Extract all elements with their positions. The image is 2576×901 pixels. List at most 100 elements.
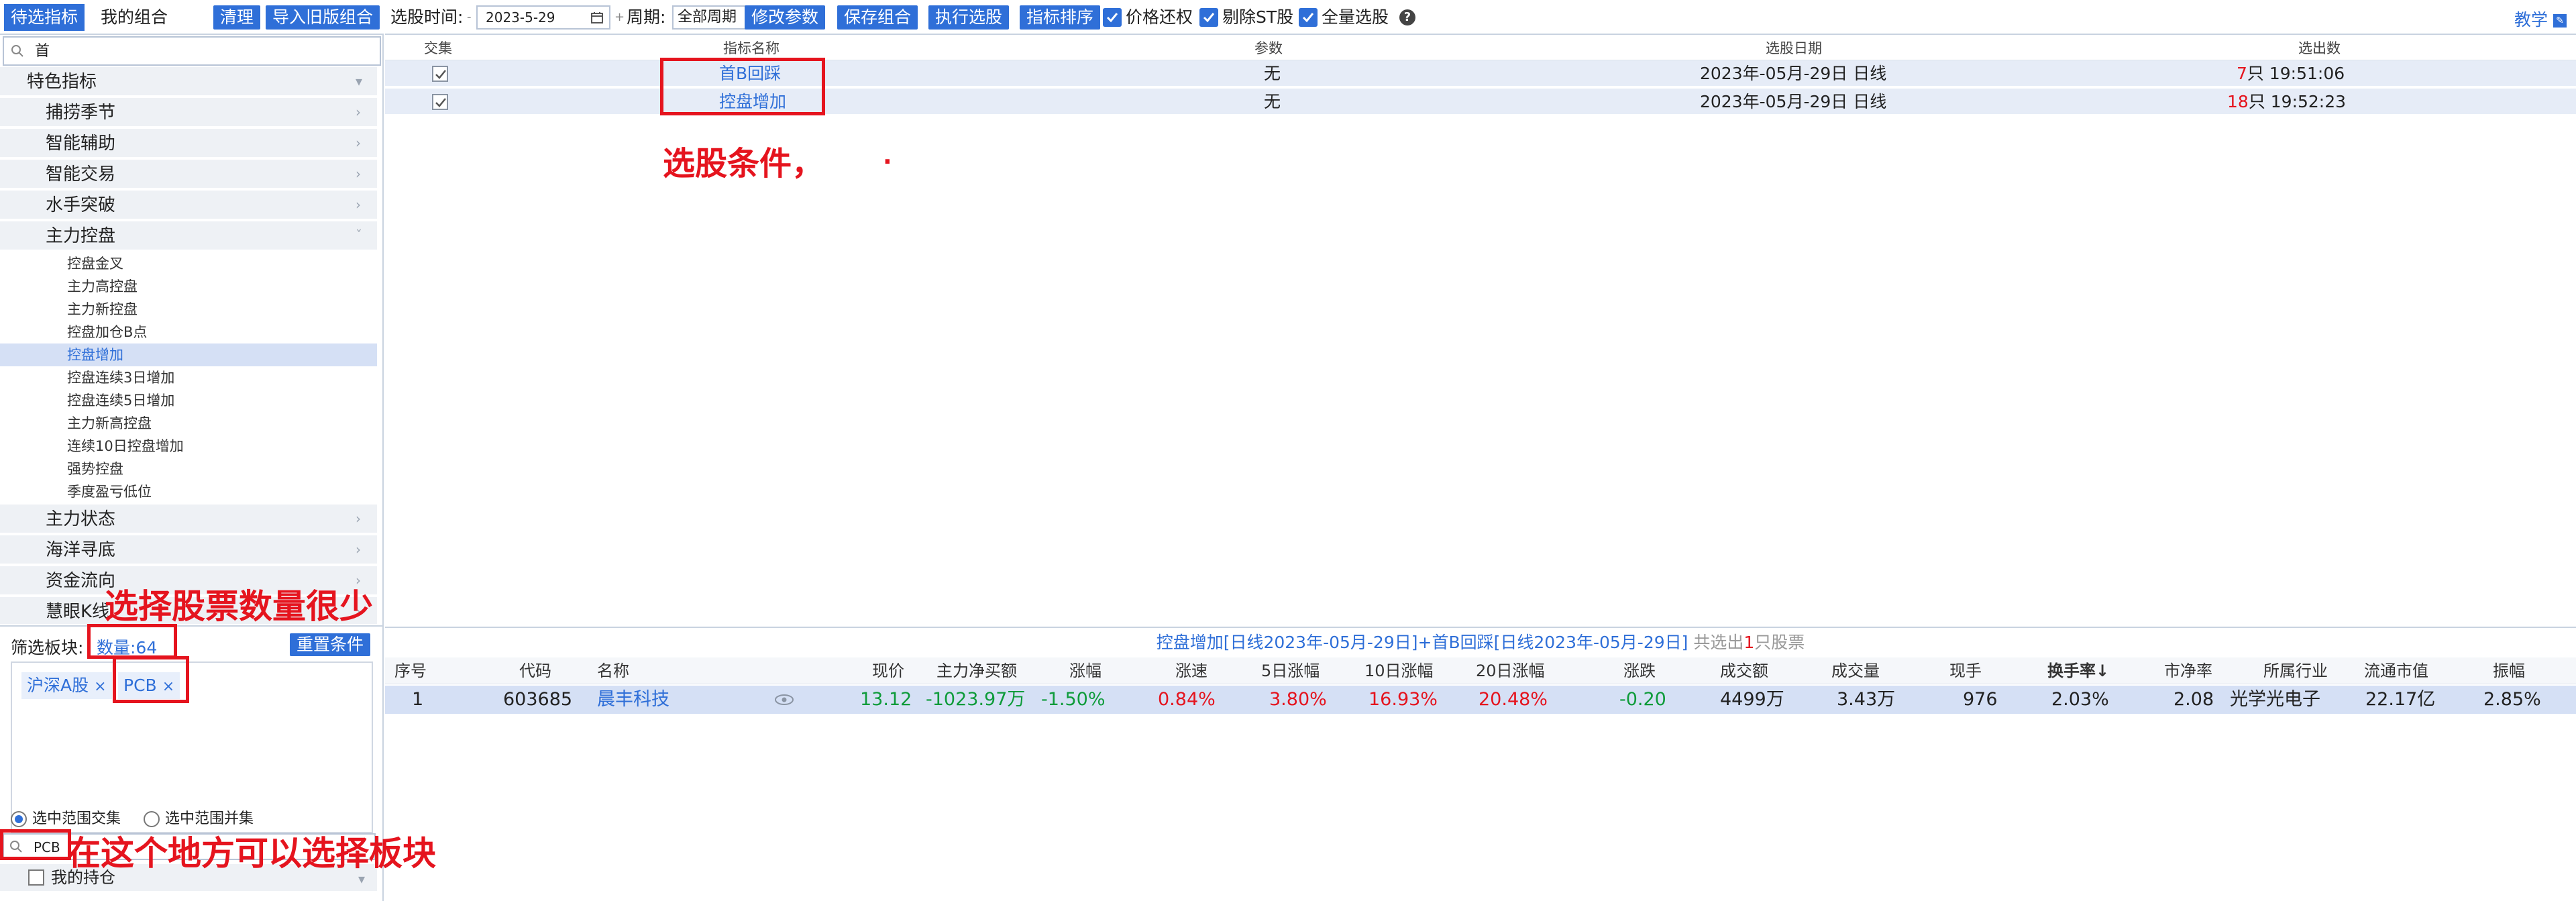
tree-leaf[interactable]: 强势控盘 xyxy=(0,458,377,480)
cell-industry: 光学光电子 xyxy=(2230,689,2320,710)
help-icon[interactable]: ? xyxy=(1399,9,1415,25)
teach-link[interactable]: 教学 ✎ xyxy=(2514,7,2567,31)
search-icon xyxy=(11,45,23,57)
import-old-combo-button[interactable]: 导入旧版组合 xyxy=(266,5,380,30)
tab-my-combination[interactable]: 我的组合 xyxy=(94,4,174,31)
tree-category[interactable]: 捕捞季节 › xyxy=(0,98,377,127)
tree-category-expanded[interactable]: 主力控盘 ˇ xyxy=(0,221,377,251)
col-amount[interactable]: 成交额 xyxy=(1720,657,1768,684)
cell-mcap: 22.17亿 xyxy=(2365,689,2436,710)
cell-net-buy: -1023.97万 xyxy=(926,689,1026,710)
eye-icon[interactable] xyxy=(774,694,794,706)
col-code[interactable]: 代码 xyxy=(519,657,551,684)
col-name[interactable]: 名称 xyxy=(597,657,629,684)
left-tab-bar: 待选指标 我的组合 清理 导入旧版组合 xyxy=(0,0,384,35)
col-pb[interactable]: 市净率 xyxy=(2164,657,2212,684)
minus-icon: - xyxy=(467,10,472,24)
edit-icon: ✎ xyxy=(2553,14,2567,28)
close-icon[interactable]: × xyxy=(94,678,106,695)
col-diff[interactable]: 涨跌 xyxy=(1623,657,1656,684)
count-cell: 18只 19:52:23 xyxy=(2227,92,2347,111)
tree-leaf[interactable]: 主力高控盘 xyxy=(0,275,377,298)
select-time-label: 选股时间: xyxy=(390,7,464,27)
col-amplitude[interactable]: 振幅 xyxy=(2493,657,2525,684)
chevron-right-icon: › xyxy=(356,541,361,558)
annotation-dot: . xyxy=(883,142,892,170)
result-title-pre: 共选出 xyxy=(1688,633,1744,652)
radio-unchecked-icon xyxy=(144,811,160,827)
remove-st-checkbox[interactable] xyxy=(1199,8,1218,27)
tree-category-featured[interactable]: 特色指标 ▾ xyxy=(0,67,377,97)
tree-leaf[interactable]: 主力新高控盘 xyxy=(0,412,377,435)
tree-category-label: 智能辅助 xyxy=(46,134,116,154)
cell-amount: 4499万 xyxy=(1720,689,1784,710)
col-turnover[interactable]: 换手率↓ xyxy=(2047,657,2109,684)
col-index[interactable]: 序号 xyxy=(394,657,427,684)
tree-leaf-selected[interactable]: 控盘增加 xyxy=(0,343,377,366)
teach-label: 教学 xyxy=(2514,10,2548,30)
price-adjust-checkbox[interactable] xyxy=(1103,8,1122,27)
col-industry[interactable]: 所属行业 xyxy=(2263,657,2328,684)
tree-category[interactable]: 智能交易 › xyxy=(0,160,377,189)
result-row[interactable]: 1 603685 晨丰科技 13.12 -1023.97万 -1.50% 0.8… xyxy=(385,686,2576,714)
tree-category-label: 主力控盘 xyxy=(46,226,116,246)
date-picker[interactable]: 2023-5-29 xyxy=(476,5,610,30)
col-change[interactable]: 涨幅 xyxy=(1069,657,1102,684)
chevron-right-icon: › xyxy=(356,135,361,151)
intersect-checkbox[interactable] xyxy=(432,94,448,110)
check-icon xyxy=(1203,13,1215,23)
tree-category[interactable]: 主力状态 › xyxy=(0,505,377,534)
tree-leaf[interactable]: 季度盈亏低位 xyxy=(0,480,377,503)
col-volume[interactable]: 成交量 xyxy=(1831,657,1880,684)
cell-index: 1 xyxy=(412,689,424,710)
tree-leaf[interactable]: 控盘连续3日增加 xyxy=(0,366,377,389)
cell-volume: 3.43万 xyxy=(1837,689,1896,710)
tree-leaf[interactable]: 控盘金叉 xyxy=(0,252,377,275)
reset-conditions-button[interactable]: 重置条件 xyxy=(290,633,371,656)
result-count: 1 xyxy=(1743,633,1755,652)
date-value: 2023-5-29 xyxy=(486,9,555,25)
col-hand[interactable]: 现手 xyxy=(1949,657,1982,684)
check-icon xyxy=(1302,13,1314,23)
indicator-sort-button[interactable]: 指标排序 xyxy=(1020,5,1101,30)
cell-speed: 0.84% xyxy=(1158,689,1216,710)
tree-category-label: 慧眼K线 xyxy=(46,602,110,622)
holdings-checkbox[interactable] xyxy=(28,869,44,886)
selected-plates-box: 沪深A股 × PCB × xyxy=(11,661,373,833)
cell-code: 603685 xyxy=(503,689,573,710)
save-combo-button[interactable]: 保存组合 xyxy=(837,5,918,30)
tree-leaf[interactable]: 控盘连续5日增加 xyxy=(0,389,377,412)
result-title: 控盘增加[日线2023年-05月-29日]+首B回踩[日线2023年-05月-2… xyxy=(385,627,2576,656)
col-20d[interactable]: 20日涨幅 xyxy=(1476,657,1545,684)
price-adjust-label: 价格还权 xyxy=(1126,7,1193,27)
col-net-buy[interactable]: 主力净买额 xyxy=(936,657,1017,684)
tree-leaf-label: 主力高控盘 xyxy=(67,278,138,295)
indicator-search-input[interactable]: 首 xyxy=(3,36,381,66)
tree-category[interactable]: 智能辅助 › xyxy=(0,129,377,158)
intersect-checkbox[interactable] xyxy=(432,66,448,82)
cell-10d: 16.93% xyxy=(1368,689,1438,710)
tree-leaf-label: 控盘连续5日增加 xyxy=(67,392,175,409)
condition-table-header: 交集 指标名称 参数 选股日期 选出数 xyxy=(385,36,2576,60)
plate-chip[interactable]: 沪深A股 × xyxy=(21,672,112,699)
col-10d[interactable]: 10日涨幅 xyxy=(1364,657,1434,684)
col-price[interactable]: 现价 xyxy=(872,657,904,684)
full-select-checkbox[interactable] xyxy=(1299,8,1318,27)
col-mcap[interactable]: 流通市值 xyxy=(2364,657,2428,684)
modify-params-button[interactable]: 修改参数 xyxy=(745,5,826,30)
period-value: 全部周期 xyxy=(678,9,737,25)
tree-category-label: 海洋寻底 xyxy=(46,540,116,560)
execute-select-button[interactable]: 执行选股 xyxy=(928,5,1010,30)
tab-candidate-indicators[interactable]: 待选指标 xyxy=(4,4,85,31)
date-cell: 2023年-05月-29日 日线 xyxy=(1700,92,1887,111)
col-5d[interactable]: 5日涨幅 xyxy=(1261,657,1320,684)
tree-category[interactable]: 水手突破 › xyxy=(0,191,377,220)
col-speed[interactable]: 涨速 xyxy=(1175,657,1208,684)
clear-button[interactable]: 清理 xyxy=(213,5,261,30)
cell-name[interactable]: 晨丰科技 xyxy=(597,686,669,714)
tree-leaf[interactable]: 主力新控盘 xyxy=(0,298,377,321)
cell-pb: 2.08 xyxy=(2174,689,2214,710)
tree-leaf[interactable]: 连续10日控盘增加 xyxy=(0,435,377,458)
tree-category[interactable]: 海洋寻底 › xyxy=(0,535,377,565)
tree-leaf[interactable]: 控盘加仓B点 xyxy=(0,321,377,343)
